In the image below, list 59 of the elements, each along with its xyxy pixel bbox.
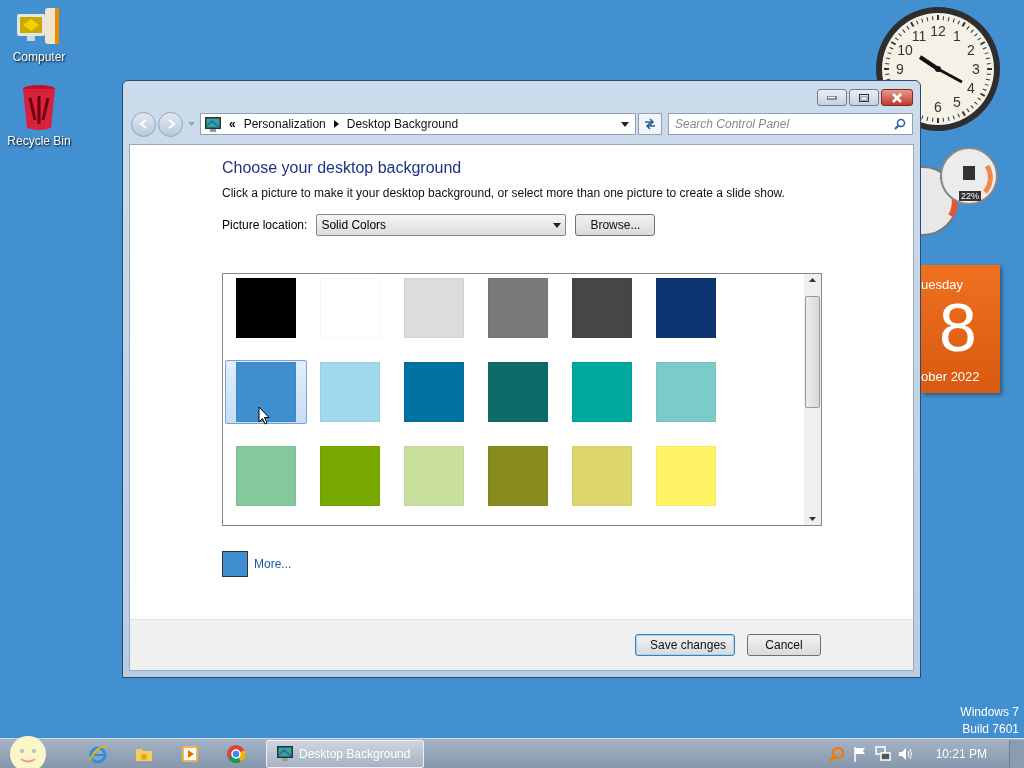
chrome-icon[interactable] — [226, 743, 246, 764]
media-player-icon[interactable] — [180, 743, 200, 764]
dialog-button[interactable]: Cancel — [747, 634, 821, 656]
clock-numeral: 2 — [967, 42, 975, 58]
os-version-text: Windows 7 — [960, 704, 1019, 721]
mouse-cursor-icon — [258, 406, 270, 425]
refresh-icon — [643, 117, 657, 131]
minimize-icon — [827, 95, 837, 100]
start-button[interactable] — [9, 734, 47, 768]
cpu-reading: 22% — [959, 191, 981, 201]
browse-button[interactable]: Browse... — [575, 214, 656, 236]
scroll-down-icon[interactable] — [809, 517, 816, 521]
month-year-text: ober 2022 — [921, 369, 980, 384]
close-button[interactable] — [881, 89, 913, 106]
monitor-icon — [277, 746, 293, 761]
picture-location-dropdown[interactable]: Solid Colors — [316, 214, 567, 236]
os-version-text: Build 7601 — [962, 721, 1019, 738]
browser-icon[interactable] — [88, 743, 108, 764]
description-text: Click a picture to make it your desktop background, or select more than one picture to create a slide show. — [222, 186, 786, 200]
search-field[interactable]: Search Control Panel — [668, 113, 913, 135]
clock-numeral: 11 — [911, 28, 927, 45]
clock-numeral: 12 — [930, 23, 946, 39]
page-heading: Choose your desktop background — [222, 159, 463, 177]
dropdown-arrow-icon — [553, 222, 562, 228]
clock-numeral: 6 — [934, 99, 942, 115]
clock-numeral: 1 — [953, 28, 961, 45]
breadcrumb-link[interactable]: Desktop Background — [346, 117, 459, 131]
search-icon — [894, 118, 906, 130]
restore-button[interactable] — [849, 89, 879, 106]
back-button[interactable] — [131, 111, 156, 137]
scrollbar[interactable] — [804, 274, 821, 525]
overflow-chevron[interactable]: « — [229, 117, 236, 131]
breadcrumb-link[interactable]: Personalization — [243, 117, 326, 131]
refresh-button[interactable] — [638, 113, 662, 135]
address-bar[interactable]: « Personalization Desktop Background — [200, 113, 636, 135]
breadcrumb-arrow-icon[interactable] — [333, 120, 339, 128]
color-tile[interactable] — [225, 360, 307, 424]
clock-numeral: 3 — [972, 61, 980, 77]
clock-numeral: 5 — [953, 93, 961, 110]
clock-hands — [918, 55, 963, 84]
clock-numeral: 4 — [967, 80, 975, 96]
dropdown-arrow-icon[interactable] — [621, 121, 629, 127]
more-link[interactable]: More... — [254, 557, 292, 571]
flag-icon[interactable] — [853, 745, 868, 762]
scroll-up-icon[interactable] — [809, 278, 816, 282]
dialog-button[interactable]: Save changes — [635, 634, 735, 656]
weekday-text: uesday — [921, 277, 963, 292]
restore-icon — [859, 93, 869, 102]
recycle-bin-icon[interactable] — [21, 84, 57, 132]
minimize-button[interactable] — [817, 89, 847, 106]
clock-numeral: 9 — [896, 61, 904, 77]
forward-button[interactable] — [158, 111, 183, 137]
close-icon — [891, 92, 903, 103]
clock-numeral: 10 — [897, 42, 913, 58]
monitor-icon — [205, 116, 221, 132]
show-desktop-button[interactable] — [1009, 739, 1024, 768]
color-swatch[interactable] — [222, 551, 248, 577]
network-icon[interactable] — [875, 745, 892, 762]
picture-location-label: Picture location: — [222, 218, 308, 232]
